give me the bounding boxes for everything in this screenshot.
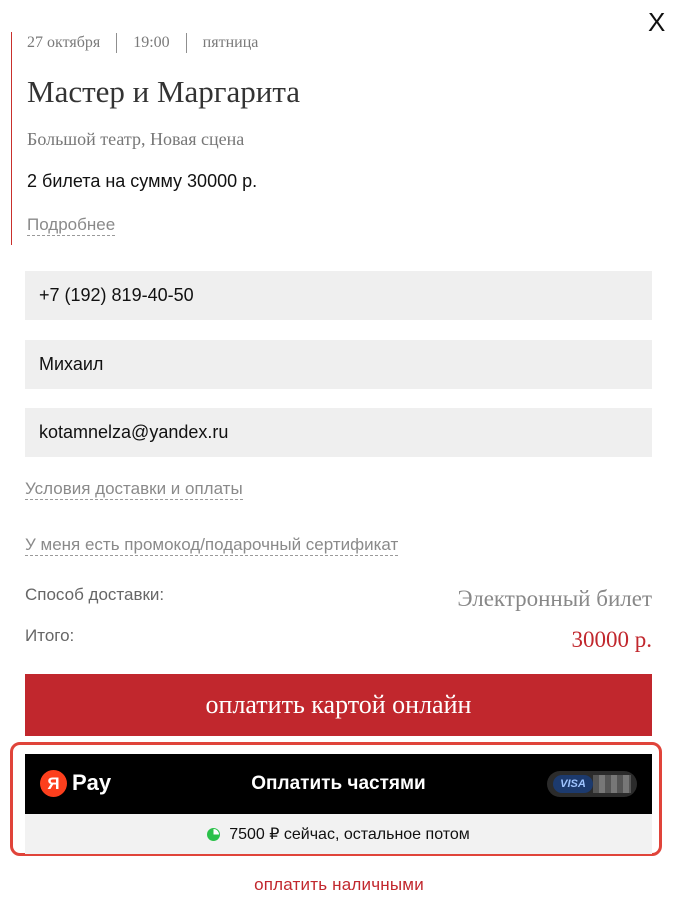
split-payment-note: 7500 ₽ сейчас, остальное потом [25, 814, 652, 854]
event-time: 19:00 [116, 33, 185, 53]
pay-card-online-button[interactable]: оплатить картой онлайн [25, 674, 652, 736]
name-field[interactable] [25, 340, 652, 389]
event-weekday: пятница [185, 33, 275, 53]
event-meta: 27 октября 19:00 пятница [27, 32, 274, 54]
event-info: 27 октября 19:00 пятница Мастер и Маргар… [11, 32, 632, 245]
delivery-method-value: Электронный билет [457, 586, 652, 611]
visa-icon: VISA [553, 775, 593, 793]
order-summary: 2 билета на сумму 30000 р. [27, 171, 258, 191]
event-venue: Большой театр, Новая сцена [27, 129, 245, 149]
total-label: Итого: [25, 626, 75, 645]
phone-field[interactable] [25, 271, 652, 320]
delivery-method-label: Способ доставки: [25, 585, 165, 604]
close-icon[interactable]: X [648, 8, 668, 36]
split-payment-text: 7500 ₽ сейчас, остальное потом [229, 826, 470, 843]
masked-card-number [593, 775, 631, 793]
yandex-pay-split-button[interactable]: Я Pay Оплатить частями VISA [25, 754, 652, 814]
total-value: 30000 р. [571, 627, 653, 652]
event-date: 27 октября [27, 34, 101, 51]
saved-card-chip: VISA [547, 771, 637, 797]
event-title: Мастер и Маргарита [27, 74, 301, 109]
pay-cash-link[interactable]: оплатить наличными [0, 875, 678, 895]
split-pie-icon [207, 827, 221, 841]
promo-code-link[interactable]: У меня есть промокод/подарочный сертифик… [25, 535, 399, 556]
details-link[interactable]: Подробнее [27, 215, 116, 236]
email-field[interactable] [25, 408, 652, 457]
delivery-terms-link[interactable]: Условия доставки и оплаты [25, 479, 243, 500]
